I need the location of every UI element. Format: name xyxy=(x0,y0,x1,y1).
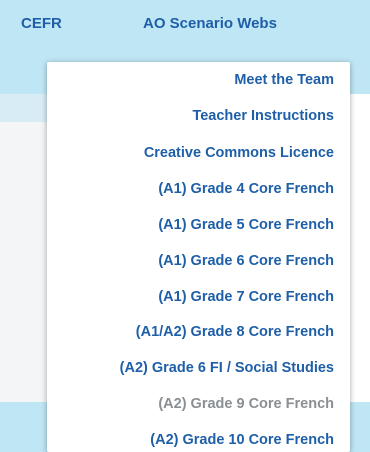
menu-item-grade-10-core-french[interactable]: (A2) Grade 10 Core French xyxy=(150,432,334,448)
menu-item-grade-7-core-french[interactable]: (A1) Grade 7 Core French xyxy=(158,289,334,305)
menu-item-grade-8-core-french[interactable]: (A1/A2) Grade 8 Core French xyxy=(136,324,334,340)
page-background-strip xyxy=(0,94,47,122)
menu-item-meet-the-team[interactable]: Meet the Team xyxy=(234,72,334,88)
menu-item-grade-4-core-french[interactable]: (A1) Grade 4 Core French xyxy=(158,181,334,197)
menu-item-teacher-instructions[interactable]: Teacher Instructions xyxy=(192,108,334,124)
menu-item-grade-9-core-french[interactable]: (A2) Grade 9 Core French xyxy=(158,396,334,412)
menu-item-creative-commons-licence[interactable]: Creative Commons Licence xyxy=(144,145,334,161)
menu-item-grade-5-core-french[interactable]: (A1) Grade 5 Core French xyxy=(158,217,334,233)
nav-item-cefr[interactable]: CEFR xyxy=(21,15,62,32)
page-content-strip xyxy=(0,122,47,402)
menu-item-grade-6-core-french[interactable]: (A1) Grade 6 Core French xyxy=(158,253,334,269)
menu-item-grade-6-fi-social-studies[interactable]: (A2) Grade 6 FI / Social Studies xyxy=(120,360,334,376)
dropdown-menu: Meet the Team Teacher Instructions Creat… xyxy=(47,62,350,452)
nav-item-ao-scenario-webs[interactable]: AO Scenario Webs xyxy=(143,15,277,32)
top-navigation: CEFR AO Scenario Webs xyxy=(0,0,370,52)
